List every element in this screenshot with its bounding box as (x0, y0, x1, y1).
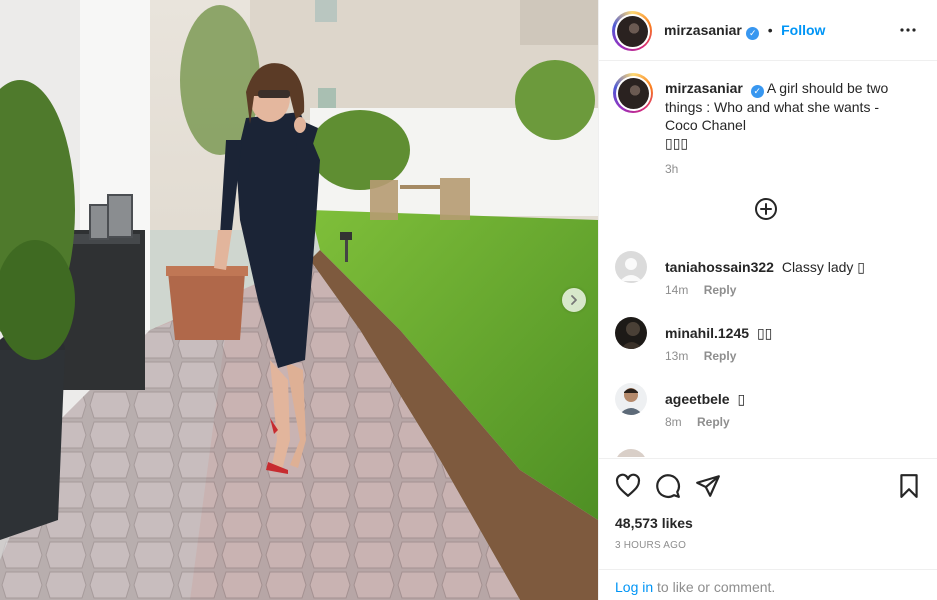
commenter-avatar[interactable] (615, 251, 647, 283)
likes-count[interactable]: 48,573 likes (615, 515, 693, 531)
comment-text: ▯ (737, 391, 746, 407)
heart-icon[interactable] (615, 473, 641, 499)
avatar-photo (615, 317, 647, 349)
post-actions: 48,573 likes 3 HOURS AGO Log in to like … (599, 458, 937, 600)
comment-text: ▯▯ (756, 325, 773, 341)
comment-time: 8m (665, 415, 682, 429)
follow-button[interactable]: Follow (781, 22, 825, 38)
commenter-username[interactable]: ageetbele (665, 391, 730, 407)
caption-emojis: ▯▯▯ (665, 134, 689, 151)
verified-badge-icon: ✓ (746, 27, 760, 40)
login-link[interactable]: Log in (615, 579, 653, 595)
author-avatar[interactable] (612, 11, 652, 51)
commenter-avatar[interactable] (615, 383, 647, 415)
post-photo (0, 0, 598, 600)
post-header: mirzasaniar ✓ • Follow (599, 0, 937, 61)
plus-circle-icon[interactable] (754, 197, 778, 221)
login-prompt: Log in to like or comment. (599, 569, 937, 600)
comments-list[interactable]: mirzasaniar ✓ A girl should be two thing… (599, 61, 937, 457)
next-photo-button[interactable] (562, 288, 586, 312)
separator-dot: • (767, 22, 773, 38)
comment-time: 13m (665, 349, 689, 363)
chevron-right-icon (571, 295, 577, 305)
caption-time: 3h (665, 161, 679, 176)
paper-plane-icon[interactable] (695, 473, 721, 499)
reply-button[interactable]: Reply (704, 349, 737, 363)
commenter-avatar[interactable] (615, 449, 647, 457)
commenter-username[interactable]: taniahossain322 (665, 259, 774, 275)
caption-avatar[interactable] (613, 73, 653, 113)
post-timestamp: 3 HOURS AGO (615, 540, 687, 551)
verified-badge-icon: ✓ (750, 84, 764, 98)
avatar-photo (615, 383, 647, 415)
reply-button[interactable]: Reply (697, 415, 730, 429)
commenter-username[interactable]: minahil.1245 (665, 325, 749, 341)
bookmark-icon[interactable] (896, 473, 922, 499)
comment-bubble-icon[interactable] (655, 473, 681, 499)
post-image (0, 0, 598, 600)
comment-time: 14m (665, 283, 689, 297)
comment-text: Classy lady ▯ (781, 259, 866, 275)
more-options-icon[interactable] (899, 21, 917, 39)
reply-button[interactable]: Reply (704, 283, 737, 297)
default-avatar-icon (615, 251, 647, 283)
author-username[interactable]: mirzasaniar (664, 22, 742, 38)
post-side-panel: mirzasaniar ✓ • Follow mirzasaniar ✓ A g… (598, 0, 937, 600)
caption-username[interactable]: mirzasaniar (665, 80, 743, 96)
commenter-avatar[interactable] (615, 317, 647, 349)
login-prompt-text: to like or comment. (653, 579, 776, 595)
